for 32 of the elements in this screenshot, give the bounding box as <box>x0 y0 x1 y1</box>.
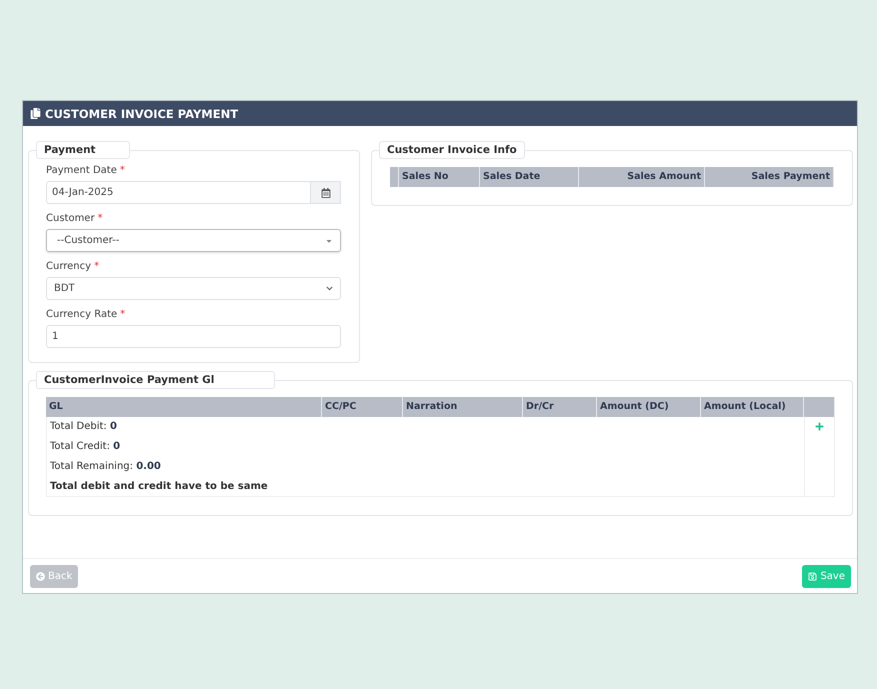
column-header: Sales Amount <box>579 167 705 187</box>
column-header: Dr/Cr <box>523 397 597 417</box>
total-text: Total Credit: 0 <box>50 441 122 452</box>
column-header: Amount (DC) <box>597 397 701 417</box>
warning-text: Total debit and credit have to be same <box>50 481 269 492</box>
calendar-button[interactable] <box>311 181 341 204</box>
rate-field[interactable]: 1 <box>46 325 341 348</box>
back-arrow-icon <box>36 572 45 581</box>
column-header: Sales No <box>399 167 480 187</box>
field-label: Currency * <box>46 261 100 272</box>
total-text: Total Debit: 0 <box>50 421 118 432</box>
currency-select[interactable]: BDT <box>46 277 341 300</box>
column-header: GL <box>46 397 322 417</box>
panel-legend: Customer Invoice Info <box>379 141 525 159</box>
date-field[interactable]: 04-Jan-2025 <box>46 181 311 204</box>
panel-legend: CustomerInvoice Payment Gl <box>36 371 276 389</box>
column-header: CC/PC <box>322 397 403 417</box>
column-header: Sales Payment <box>705 167 834 187</box>
window-title: CUSTOMER INVOICE PAYMENT <box>45 106 238 120</box>
calendar-icon <box>320 188 330 198</box>
field-label: Customer * <box>46 213 104 224</box>
column-header: Amount (Local) <box>701 397 804 417</box>
chevron-icon <box>326 285 333 292</box>
column-header: Sales Date <box>480 167 579 187</box>
field-label: Payment Date * <box>46 165 126 176</box>
panel-legend: Payment <box>36 141 130 159</box>
field-label: Currency Rate * <box>46 309 126 320</box>
save-icon <box>808 572 818 581</box>
copy-icon <box>30 108 41 119</box>
column-header: Narration <box>403 397 523 417</box>
total-text: Total Remaining: 0.00 <box>50 461 162 472</box>
customer-dropdown[interactable]: --Customer-- <box>46 229 341 252</box>
